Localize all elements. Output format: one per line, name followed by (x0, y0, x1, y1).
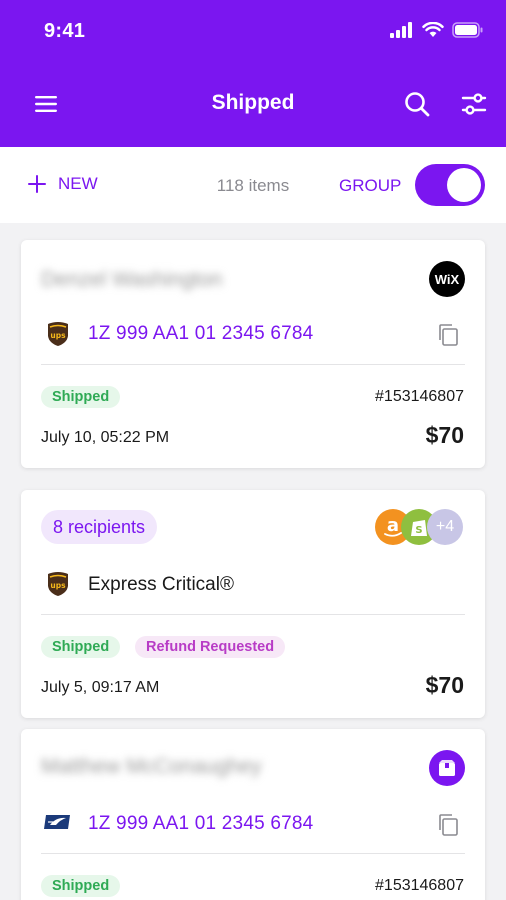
status-badge: Shipped (41, 875, 121, 897)
app-header: 9:41 Shipped (0, 0, 506, 147)
shipment-card[interactable]: Denzel Washington WiX ups 1Z 999 AA1 01 … (21, 240, 485, 468)
tracking-number[interactable]: 1Z 999 AA1 01 2345 6784 (88, 813, 313, 835)
status-icons (390, 22, 484, 38)
shipment-price: $70 (425, 672, 464, 698)
svg-text:ups: ups (50, 331, 66, 340)
filter-button[interactable] (458, 88, 490, 120)
svg-text:S: S (415, 525, 422, 536)
ups-icon: ups (48, 572, 68, 596)
copy-icon[interactable] (437, 323, 459, 347)
shipment-date: July 10, 05:22 PM (41, 429, 170, 446)
sliders-icon (461, 93, 487, 115)
card-divider (41, 364, 465, 365)
battery-icon (452, 22, 483, 38)
signal-icon (390, 22, 412, 38)
group-label: GROUP (339, 176, 402, 195)
usps-icon (44, 815, 70, 829)
wix-store-icon: WiX (429, 261, 465, 297)
order-number: #153146807 (375, 877, 464, 894)
recipient-name: Matthew McConaughey (41, 755, 262, 778)
ups-icon: ups (48, 322, 68, 346)
status-time: 9:41 (44, 20, 86, 42)
shipment-card[interactable]: Matthew McConaughey 1Z 999 AA1 01 2345 6… (21, 729, 485, 900)
shipment-price: $70 (425, 422, 464, 448)
group-toggle[interactable] (415, 164, 485, 206)
service-name: Express Critical® (88, 574, 234, 595)
status-badge: Shipped (41, 636, 121, 658)
svg-text:ups: ups (50, 581, 66, 590)
card-divider (41, 853, 465, 854)
recipient-name: Denzel Washington (41, 268, 223, 291)
status-badge: Shipped (41, 386, 121, 408)
svg-text:a: a (387, 515, 399, 536)
list-toolbar: NEW 118 items GROUP (0, 147, 506, 223)
tracking-number[interactable]: 1Z 999 AA1 01 2345 6784 (88, 323, 313, 345)
search-button[interactable] (401, 88, 433, 120)
box-icon (439, 760, 455, 776)
package-store-icon (429, 750, 465, 786)
wifi-icon (422, 22, 444, 37)
more-stores-badge[interactable]: +4 (427, 509, 463, 545)
search-icon (405, 92, 430, 117)
order-number: #153146807 (375, 388, 464, 405)
recipients-pill: 8 recipients (41, 510, 158, 544)
refund-badge: Refund Requested (135, 636, 286, 658)
copy-icon[interactable] (437, 813, 459, 837)
toggle-knob (447, 168, 481, 202)
shipment-card[interactable]: 8 recipients a S +4 ups Express Critical… (21, 490, 485, 718)
shipment-date: July 5, 09:17 AM (41, 679, 160, 696)
card-divider (41, 614, 465, 615)
